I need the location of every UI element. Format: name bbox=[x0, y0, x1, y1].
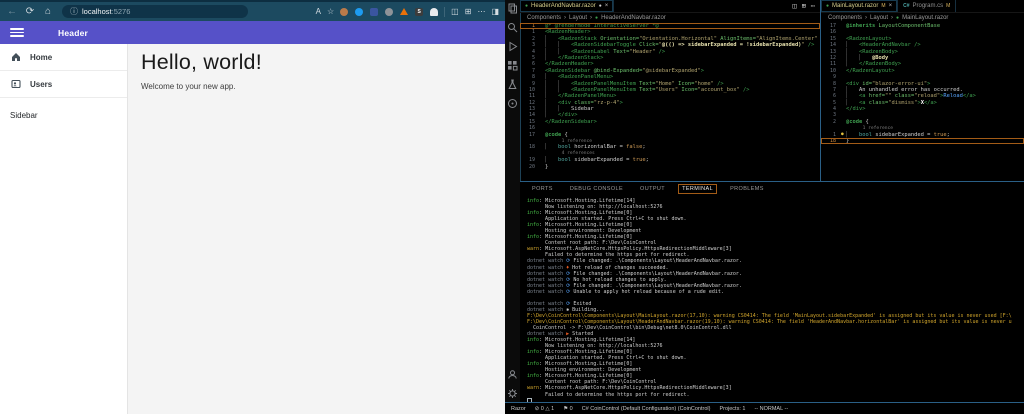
editor-layout-icon[interactable]: ⊞ bbox=[802, 2, 806, 10]
browser-window: ← ⟳ ⌂ ⓘ localhost:5276 A ☆ S ◫ ⊞ ⋯ ◨ Hea… bbox=[0, 0, 505, 414]
code-editor-headerandnavbar[interactable]: 1 @* @rendermode InteractiveServer *@ 1 <Ra… bbox=[520, 23, 820, 181]
nav-item-label: Users bbox=[30, 79, 53, 89]
breadcrumb[interactable]: Components › Layout › ● MainLayout.razor bbox=[821, 13, 1024, 23]
status-item-5[interactable]: -- NORMAL -- bbox=[754, 406, 788, 412]
status-item-3[interactable]: C# CoinControl (Default Configuration) (… bbox=[582, 406, 711, 412]
close-tab-icon[interactable]: × bbox=[605, 3, 609, 9]
file-icon: ● bbox=[595, 15, 599, 21]
tab-headerandnavbar-razor[interactable]: ● HeaderAndNavbar.razor ● × bbox=[520, 0, 615, 12]
run-and-debug-icon[interactable] bbox=[507, 41, 518, 52]
settings-gear-icon[interactable] bbox=[507, 388, 518, 399]
close-tab-icon[interactable]: × bbox=[889, 3, 893, 9]
site-info-icon[interactable]: ⓘ bbox=[70, 6, 78, 17]
file-icon: ● bbox=[896, 15, 900, 21]
git-status-badge: M bbox=[881, 3, 886, 9]
browser-essentials-icon[interactable]: ⊞ bbox=[465, 7, 472, 16]
browser-sidebar-icon[interactable]: ◨ bbox=[491, 7, 499, 16]
extension-6-icon[interactable]: S bbox=[415, 7, 424, 16]
status-item-1[interactable]: ⊘ 0 △ 1 bbox=[535, 406, 555, 412]
explorer-icon[interactable] bbox=[507, 3, 518, 14]
toolbar-divider bbox=[444, 6, 446, 17]
sidebar-toggle-icon[interactable] bbox=[10, 28, 24, 37]
users-icon bbox=[11, 79, 21, 89]
bottom-panel: PORTS DEBUG CONSOLE OUTPUT TERMINAL PROBLEMS… bbox=[520, 181, 1024, 403]
sidebar-item-users[interactable]: Users bbox=[0, 71, 127, 98]
tab-label: MainLayout.razor bbox=[832, 3, 879, 9]
home-icon bbox=[12, 53, 20, 61]
tab-label: Program.cs bbox=[912, 3, 944, 9]
url-text: localhost:5276 bbox=[82, 7, 131, 16]
code-editor-mainlayout[interactable]: 17 @inherits LayoutComponentBase 16 15 <Radz… bbox=[821, 23, 1024, 181]
tab-label: HeaderAndNavbar.razor bbox=[531, 3, 596, 9]
gitlens-icon[interactable] bbox=[507, 98, 518, 109]
nav-item-label: Home bbox=[30, 52, 53, 62]
app-sidebar: Home Users Sidebar bbox=[0, 44, 128, 414]
blazor-app: Header Home Users Sidebar Hello, world! … bbox=[0, 21, 505, 414]
app-header: Header bbox=[0, 21, 505, 44]
screen: ← ⟳ ⌂ ⓘ localhost:5276 A ☆ S ◫ ⊞ ⋯ ◨ Hea… bbox=[0, 0, 1024, 414]
search-icon[interactable] bbox=[507, 22, 518, 33]
panel-tab-output[interactable]: OUTPUT bbox=[637, 185, 668, 193]
tab-bar-right: ● MainLayout.razor M × C# Program.cs M bbox=[821, 0, 1024, 13]
terminal-output[interactable]: info: Microsoft.Hosting.Lifetime[14] Now… bbox=[527, 198, 1022, 402]
extensions-icon[interactable] bbox=[507, 60, 518, 71]
tab-program-cs[interactable]: C# Program.cs M bbox=[898, 0, 957, 12]
code-line: 18} bbox=[821, 138, 1024, 145]
app-content: Hello, world! Welcome to your new app. bbox=[128, 44, 505, 414]
extension-1-icon[interactable] bbox=[340, 7, 349, 16]
home-icon[interactable]: ⌂ bbox=[40, 6, 56, 17]
csharp-file-icon: C# bbox=[903, 3, 910, 9]
split-editor-icon[interactable]: ◫ bbox=[792, 2, 796, 10]
editor-group-left: ● HeaderAndNavbar.razor ● × ◫ ⊞ ⋯ Compon… bbox=[520, 0, 821, 181]
sidebar-item-home[interactable]: Home bbox=[0, 44, 127, 71]
testing-icon[interactable] bbox=[507, 79, 518, 90]
status-bar: Razor ⊘ 0 △ 1 ⚑ 0 C# CoinControl (Default C… bbox=[505, 402, 1024, 414]
editor-area: ● HeaderAndNavbar.razor ● × ◫ ⊞ ⋯ Compon… bbox=[520, 0, 1024, 181]
git-status-badge: M bbox=[946, 3, 951, 9]
address-bar[interactable]: ⓘ localhost:5276 bbox=[62, 5, 248, 18]
vscode-window: ● HeaderAndNavbar.razor ● × ◫ ⊞ ⋯ Compon… bbox=[505, 0, 1024, 414]
more-menu-icon[interactable]: ⋯ bbox=[477, 7, 485, 16]
editor-actions: ◫ ⊞ ⋯ bbox=[792, 0, 820, 12]
activity-bar bbox=[505, 0, 521, 403]
browser-toolbar: ← ⟳ ⌂ ⓘ localhost:5276 A ☆ S ◫ ⊞ ⋯ ◨ bbox=[0, 2, 505, 21]
app-title: Header bbox=[58, 27, 89, 38]
razor-file-icon: ● bbox=[525, 3, 529, 9]
page-title: Hello, world! bbox=[141, 50, 262, 74]
page-subtitle: Welcome to your new app. bbox=[141, 82, 236, 91]
breadcrumb[interactable]: Components › Layout › ● HeaderAndNavbar.ra… bbox=[520, 13, 820, 23]
status-item-4[interactable]: Projects: 1 bbox=[719, 406, 745, 412]
more-actions-icon[interactable]: ⋯ bbox=[811, 2, 815, 10]
status-item-2[interactable]: ⚑ 0 bbox=[563, 406, 573, 412]
dirty-indicator: ● bbox=[598, 3, 602, 9]
extension-3-icon[interactable] bbox=[370, 7, 379, 16]
extension-2-icon[interactable] bbox=[355, 7, 364, 16]
browser-toolbar-right: A ☆ S ◫ ⊞ ⋯ ◨ bbox=[316, 6, 501, 17]
razor-file-icon: ● bbox=[826, 3, 830, 9]
favorite-star-icon[interactable]: ☆ bbox=[327, 7, 334, 16]
code-line: 20} bbox=[528, 163, 549, 170]
refresh-icon[interactable]: ⟳ bbox=[22, 6, 38, 17]
tab-bar-left: ● HeaderAndNavbar.razor ● × ◫ ⊞ ⋯ bbox=[520, 0, 820, 13]
sidebar-footer-text: Sidebar bbox=[10, 111, 38, 120]
accounts-icon[interactable] bbox=[507, 369, 518, 380]
panel-tab-problems[interactable]: PROBLEMS bbox=[727, 185, 767, 193]
panel-tab-terminal[interactable]: TERMINAL bbox=[678, 184, 718, 194]
extension-4-icon[interactable] bbox=[385, 7, 394, 16]
extension-7-icon[interactable] bbox=[430, 7, 439, 16]
panel-tab-debug-console[interactable]: DEBUG CONSOLE bbox=[567, 185, 626, 193]
status-item-0[interactable]: Razor bbox=[511, 406, 526, 412]
split-screen-icon[interactable]: ◫ bbox=[451, 7, 459, 16]
panel-tab-bar: PORTS DEBUG CONSOLE OUTPUT TERMINAL PROBLEMS bbox=[520, 182, 1024, 196]
panel-tab-ports[interactable]: PORTS bbox=[529, 185, 556, 193]
editor-group-right: ● MainLayout.razor M × C# Program.cs M C… bbox=[821, 0, 1024, 181]
extension-5-icon[interactable] bbox=[400, 8, 409, 15]
tab-mainlayout-razor[interactable]: ● MainLayout.razor M × bbox=[821, 0, 899, 12]
back-icon[interactable]: ← bbox=[4, 6, 20, 17]
read-aloud-icon[interactable]: A bbox=[316, 7, 321, 16]
